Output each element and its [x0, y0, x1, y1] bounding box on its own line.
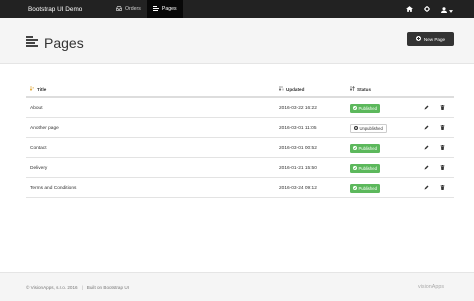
cell-title[interactable]: Another page — [30, 118, 59, 138]
cell-updated: 2016-03-01 11:05 — [279, 125, 317, 131]
trash-icon — [440, 164, 445, 172]
table-row: About 2016-03-22 16:22 Published — [26, 98, 454, 118]
trash-icon — [440, 124, 445, 132]
cell-status: Published — [350, 98, 380, 118]
visionapps-logo: visionApps — [418, 284, 445, 290]
status-badge[interactable]: Unpublished — [350, 123, 387, 133]
delete-button[interactable] — [440, 138, 445, 158]
trash-icon — [440, 104, 445, 112]
column-label: Status — [357, 86, 372, 92]
column-header-updated[interactable]: Updated — [278, 86, 305, 92]
svg-text:a: a — [33, 87, 35, 90]
edit-button[interactable] — [424, 158, 429, 178]
nav-item-pages[interactable]: Pages — [146, 0, 183, 18]
column-label: Title — [37, 86, 47, 92]
delete-button[interactable] — [440, 178, 445, 198]
status-badge[interactable]: Published — [350, 163, 380, 173]
table-row: Delivery 2016-01-21 15:50 Published — [26, 158, 454, 178]
cell-title[interactable]: Delivery — [30, 158, 47, 178]
status-badge[interactable]: Published — [350, 183, 380, 193]
cell-status: Published — [350, 158, 380, 178]
page-title-text: Pages — [44, 35, 84, 51]
top-navbar: Bootstrap UI Demo Orders Pages — [0, 0, 474, 18]
table-row: Terms and Conditions 2016-03-24 09:12 Publ… — [26, 178, 454, 198]
table-body: About 2016-03-22 16:22 Published Another pa… — [26, 98, 454, 198]
edit-button[interactable] — [424, 138, 429, 158]
navbar-right — [400, 0, 474, 18]
edit-button[interactable] — [424, 178, 429, 198]
delete-button[interactable] — [440, 118, 445, 138]
new-page-label: New Page — [423, 36, 446, 42]
cell-status: Unpublished — [350, 118, 387, 138]
page-footer: © VisionApps, s.r.o. 2016 | Built on Boo… — [0, 272, 474, 301]
sort-numeric-icon — [278, 86, 286, 92]
cell-updated: 2016-03-01 00:52 — [279, 145, 317, 151]
column-header-title[interactable]: a Title — [29, 86, 47, 92]
table-header: a Title Updated Status — [26, 82, 454, 98]
pencil-icon — [424, 165, 429, 172]
cell-updated: 2016-01-21 15:50 — [279, 165, 317, 171]
new-page-button[interactable]: New Page — [407, 32, 454, 46]
table-row: Contact 2016-03-01 00:52 Published — [26, 138, 454, 158]
status-label: Published — [358, 105, 377, 111]
sort-alpha-icon: a — [29, 86, 37, 92]
footer-divider: | — [81, 285, 83, 290]
column-header-status[interactable]: Status — [349, 85, 372, 92]
inbox-icon — [116, 5, 125, 13]
trash-icon — [440, 144, 445, 152]
nav-item-orders[interactable]: Orders — [110, 0, 147, 18]
status-label: Unpublished — [359, 125, 383, 131]
copyright-text: © VisionApps, s.r.o. 2016 — [26, 285, 78, 290]
built-on-text: Built on Bootstrap UI — [86, 285, 129, 290]
cell-title[interactable]: Terms and Conditions — [30, 178, 76, 198]
status-badge[interactable]: Published — [350, 103, 380, 113]
gear-icon[interactable] — [418, 0, 436, 18]
delete-button[interactable] — [440, 158, 445, 178]
delete-button[interactable] — [440, 98, 445, 118]
page-header: Pages New Page — [0, 18, 474, 64]
status-badge[interactable]: Published — [350, 143, 380, 153]
pages-table: a Title Updated Status About 2016-03-22 1… — [26, 82, 454, 198]
brand-link[interactable]: Bootstrap UI Demo — [0, 6, 110, 13]
edit-button[interactable] — [424, 118, 429, 138]
status-label: Published — [358, 145, 377, 151]
cell-title[interactable]: Contact — [30, 138, 47, 158]
status-label: Published — [358, 165, 377, 171]
cell-updated: 2016-03-24 09:12 — [279, 185, 317, 191]
nav-item-label: Pages — [161, 6, 177, 12]
pencil-icon — [424, 185, 429, 192]
pages-icon — [152, 5, 162, 13]
footer-text: © VisionApps, s.r.o. 2016 | Built on Boo… — [26, 285, 129, 290]
cell-status: Published — [350, 178, 380, 198]
user-menu[interactable] — [436, 0, 454, 18]
home-icon[interactable] — [400, 0, 418, 18]
status-label: Published — [358, 185, 377, 191]
cell-updated: 2016-03-22 16:22 — [279, 105, 317, 111]
list-icon — [26, 34, 38, 52]
edit-button[interactable] — [424, 98, 429, 118]
nav-item-label: Orders — [125, 6, 141, 12]
chevron-down-icon — [447, 0, 453, 18]
pencil-icon — [424, 105, 429, 112]
plus-circle-icon — [415, 36, 424, 42]
page-title: Pages — [26, 34, 84, 52]
table-row: Another page 2016-03-01 11:05 Unpublished — [26, 118, 454, 138]
trash-icon — [440, 184, 445, 192]
cell-status: Published — [350, 138, 380, 158]
pencil-icon — [424, 125, 429, 132]
sort-icon — [349, 85, 357, 92]
column-label: Updated — [286, 86, 305, 92]
cell-title[interactable]: About — [30, 98, 43, 118]
pencil-icon — [424, 145, 429, 152]
